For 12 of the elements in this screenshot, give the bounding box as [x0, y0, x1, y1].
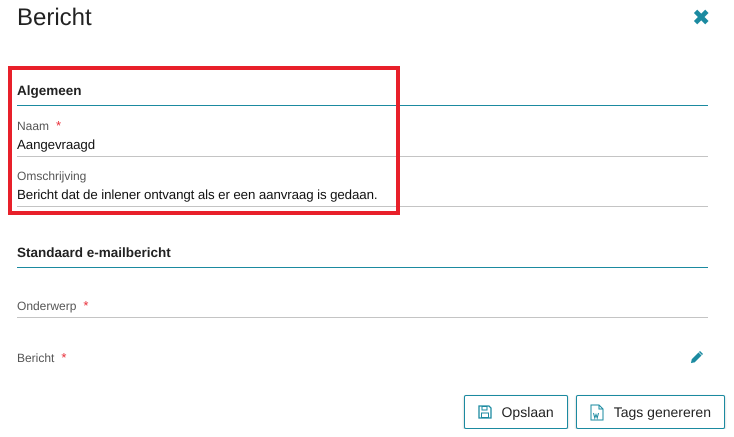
- editor-field[interactable]: Bericht *: [17, 349, 708, 369]
- pencil-icon[interactable]: [689, 349, 705, 365]
- generate-tags-button[interactable]: Tags genereren: [576, 395, 725, 429]
- close-button[interactable]: ✖: [692, 7, 710, 29]
- input-field[interactable]: Naam * Aangevraagd: [17, 118, 708, 157]
- save-button[interactable]: Opslaan: [464, 395, 568, 429]
- document-icon: [590, 404, 604, 420]
- section-heading: Algemeen: [17, 73, 708, 106]
- section-heading: Standaard e-mailbericht: [17, 235, 708, 268]
- dialog-title: Bericht: [17, 4, 92, 32]
- input-field[interactable]: Onderwerp *: [17, 298, 708, 318]
- input-field[interactable]: Omschrijving Bericht dat de inlener ontvangt als er een aanvraag is gedaan.: [17, 169, 708, 207]
